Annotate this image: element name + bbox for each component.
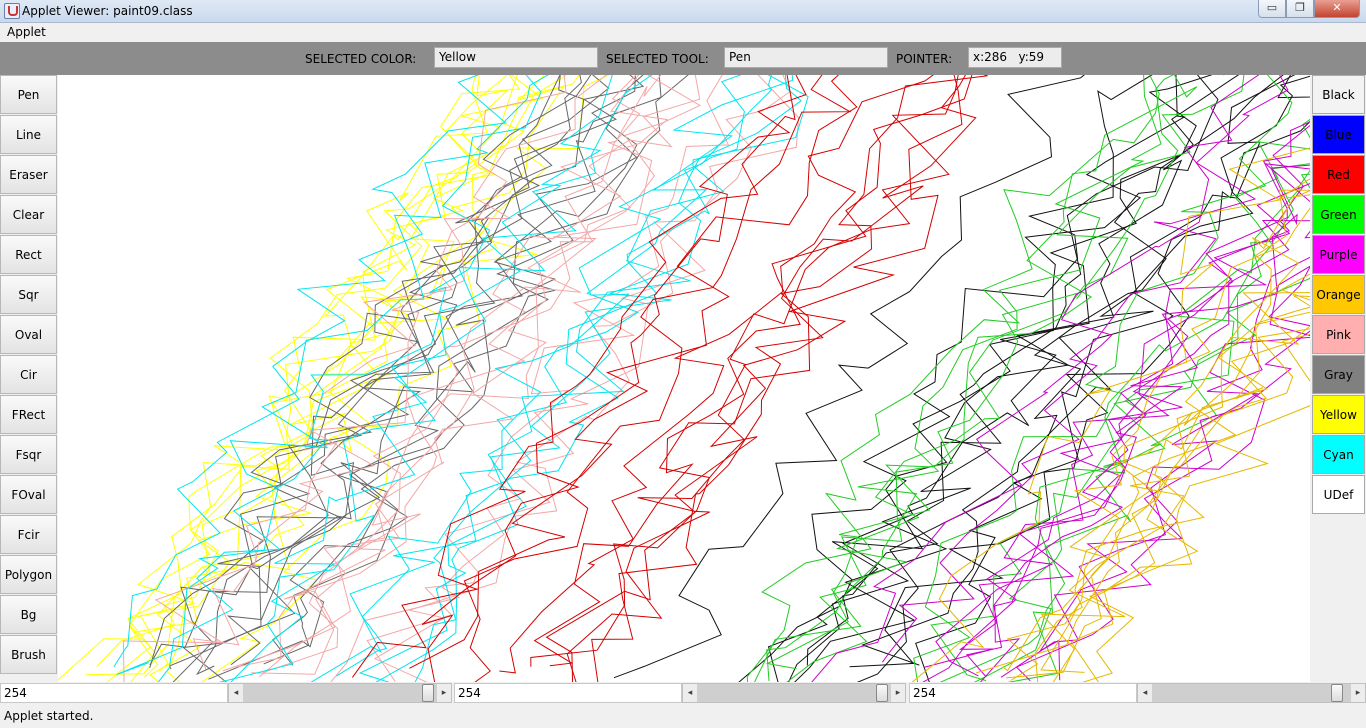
red-slider-thumb[interactable] (422, 684, 434, 702)
scribble-stroke (786, 75, 1179, 682)
color-purple-button[interactable]: Purple (1312, 235, 1365, 274)
scribble-stroke (58, 75, 510, 681)
blue-slider-left-arrow-icon[interactable]: ◂ (1138, 684, 1152, 702)
tool-polygon-button[interactable]: Polygon (0, 555, 57, 594)
scribble-stroke (168, 75, 592, 670)
tool-frect-button[interactable]: FRect (0, 395, 57, 434)
scribble-stroke (881, 75, 1289, 663)
blue-slider-thumb[interactable] (1331, 684, 1343, 702)
window-title: Applet Viewer: paint09.class (22, 4, 193, 18)
java-app-icon (4, 3, 20, 19)
red-slider[interactable]: ◂ ▸ (228, 683, 452, 703)
scribble-stroke (192, 75, 608, 670)
tool-sqr-button[interactable]: Sqr (0, 275, 57, 314)
scribble-stroke (533, 75, 973, 667)
tool-clear-button[interactable]: Clear (0, 195, 57, 234)
color-black-button[interactable]: Black (1312, 75, 1365, 114)
selected-tool-field[interactable]: Pen (724, 47, 888, 68)
color-yellow-button[interactable]: Yellow (1312, 395, 1365, 434)
menu-applet[interactable]: Applet (7, 25, 46, 39)
color-red-button[interactable]: Red (1312, 155, 1365, 194)
red-value-field[interactable]: 254 (0, 683, 228, 703)
color-orange-button[interactable]: Orange (1312, 275, 1365, 314)
status-text: Applet started. (4, 709, 94, 723)
red-slider-left-arrow-icon[interactable]: ◂ (229, 684, 243, 702)
scribble-stroke (794, 75, 1240, 682)
scribble-stroke (935, 124, 1310, 677)
scribble-stroke (591, 75, 977, 682)
tool-brush-button[interactable]: Brush (0, 635, 57, 674)
tool-pen-button[interactable]: Pen (0, 75, 57, 114)
minimize-icon: ▭ (1266, 1, 1278, 14)
blue-value-field[interactable]: 254 (909, 683, 1137, 703)
scribble-stroke (767, 75, 1186, 682)
scribble-stroke (806, 75, 1219, 666)
pointer-field[interactable]: x:286 y:59 (968, 47, 1062, 68)
scribble-stroke (923, 183, 1310, 668)
tool-fcir-button[interactable]: Fcir (0, 515, 57, 554)
scribble-stroke (811, 75, 1260, 682)
menu-bar: Applet (0, 23, 1366, 42)
color-cyan-button[interactable]: Cyan (1312, 435, 1365, 474)
scribble-stroke (856, 75, 1284, 682)
scribble-stroke (127, 75, 521, 682)
tool-bg-button[interactable]: Bg (0, 595, 57, 634)
green-value-field[interactable]: 254 (454, 683, 682, 703)
scribble-stroke (930, 118, 1310, 682)
color-udef-button[interactable]: UDef (1312, 475, 1365, 514)
scribble-strokes (58, 75, 1310, 682)
close-button[interactable]: ✕ (1314, 0, 1360, 18)
red-slider-right-arrow-icon[interactable]: ▸ (437, 684, 451, 702)
color-gray-button[interactable]: Gray (1312, 355, 1365, 394)
tool-fsqr-button[interactable]: Fsqr (0, 435, 57, 474)
tool-rect-button[interactable]: Rect (0, 235, 57, 274)
maximize-icon: ❐ (1295, 1, 1305, 14)
tool-oval-button[interactable]: Oval (0, 315, 57, 354)
info-bar: SELECTED COLOR: Yellow SELECTED TOOL: Pe… (0, 42, 1366, 75)
pointer-label: POINTER: (896, 52, 953, 66)
scribble-stroke (463, 75, 852, 682)
blue-slider[interactable]: ◂ ▸ (1137, 683, 1366, 703)
scribble-stroke (499, 75, 934, 674)
scribble-stroke (236, 75, 641, 668)
title-bar: Applet Viewer: paint09.class ▭ ❐ ✕ (0, 0, 1366, 23)
tool-line-button[interactable]: Line (0, 115, 57, 154)
scribble-stroke (1039, 266, 1310, 681)
rgb-controls: 254 ◂ ▸ 254 ◂ ▸ 254 ◂ ▸ (0, 682, 1366, 704)
scribble-stroke (201, 75, 610, 682)
blue-slider-right-arrow-icon[interactable]: ▸ (1351, 684, 1365, 702)
tool-eraser-button[interactable]: Eraser (0, 155, 57, 194)
scribble-stroke (106, 75, 567, 682)
scribble-stroke (230, 75, 671, 682)
scribble-stroke (218, 75, 653, 682)
selected-color-label: SELECTED COLOR: (305, 52, 417, 66)
green-slider[interactable]: ◂ ▸ (682, 683, 906, 703)
green-slider-right-arrow-icon[interactable]: ▸ (891, 684, 905, 702)
tool-foval-button[interactable]: FOval (0, 475, 57, 514)
window-controls: ▭ ❐ ✕ (1258, 0, 1360, 18)
color-pink-button[interactable]: Pink (1312, 315, 1365, 354)
minimize-button[interactable]: ▭ (1258, 0, 1286, 18)
color-green-button[interactable]: Green (1312, 195, 1365, 234)
maximize-button[interactable]: ❐ (1286, 0, 1314, 18)
scribble-stroke (939, 163, 1310, 682)
drawing-canvas[interactable] (58, 75, 1310, 682)
color-blue-button[interactable]: Blue (1312, 115, 1365, 154)
scribble-stroke (226, 75, 662, 666)
close-icon: ✕ (1332, 1, 1342, 14)
scribble-stroke (263, 75, 644, 665)
scribble-stroke (358, 75, 772, 682)
green-slider-thumb[interactable] (876, 684, 888, 702)
selected-tool-label: SELECTED TOOL: (606, 52, 709, 66)
selected-color-field[interactable]: Yellow (434, 47, 598, 68)
green-slider-left-arrow-icon[interactable]: ◂ (683, 684, 697, 702)
tool-cir-button[interactable]: Cir (0, 355, 57, 394)
